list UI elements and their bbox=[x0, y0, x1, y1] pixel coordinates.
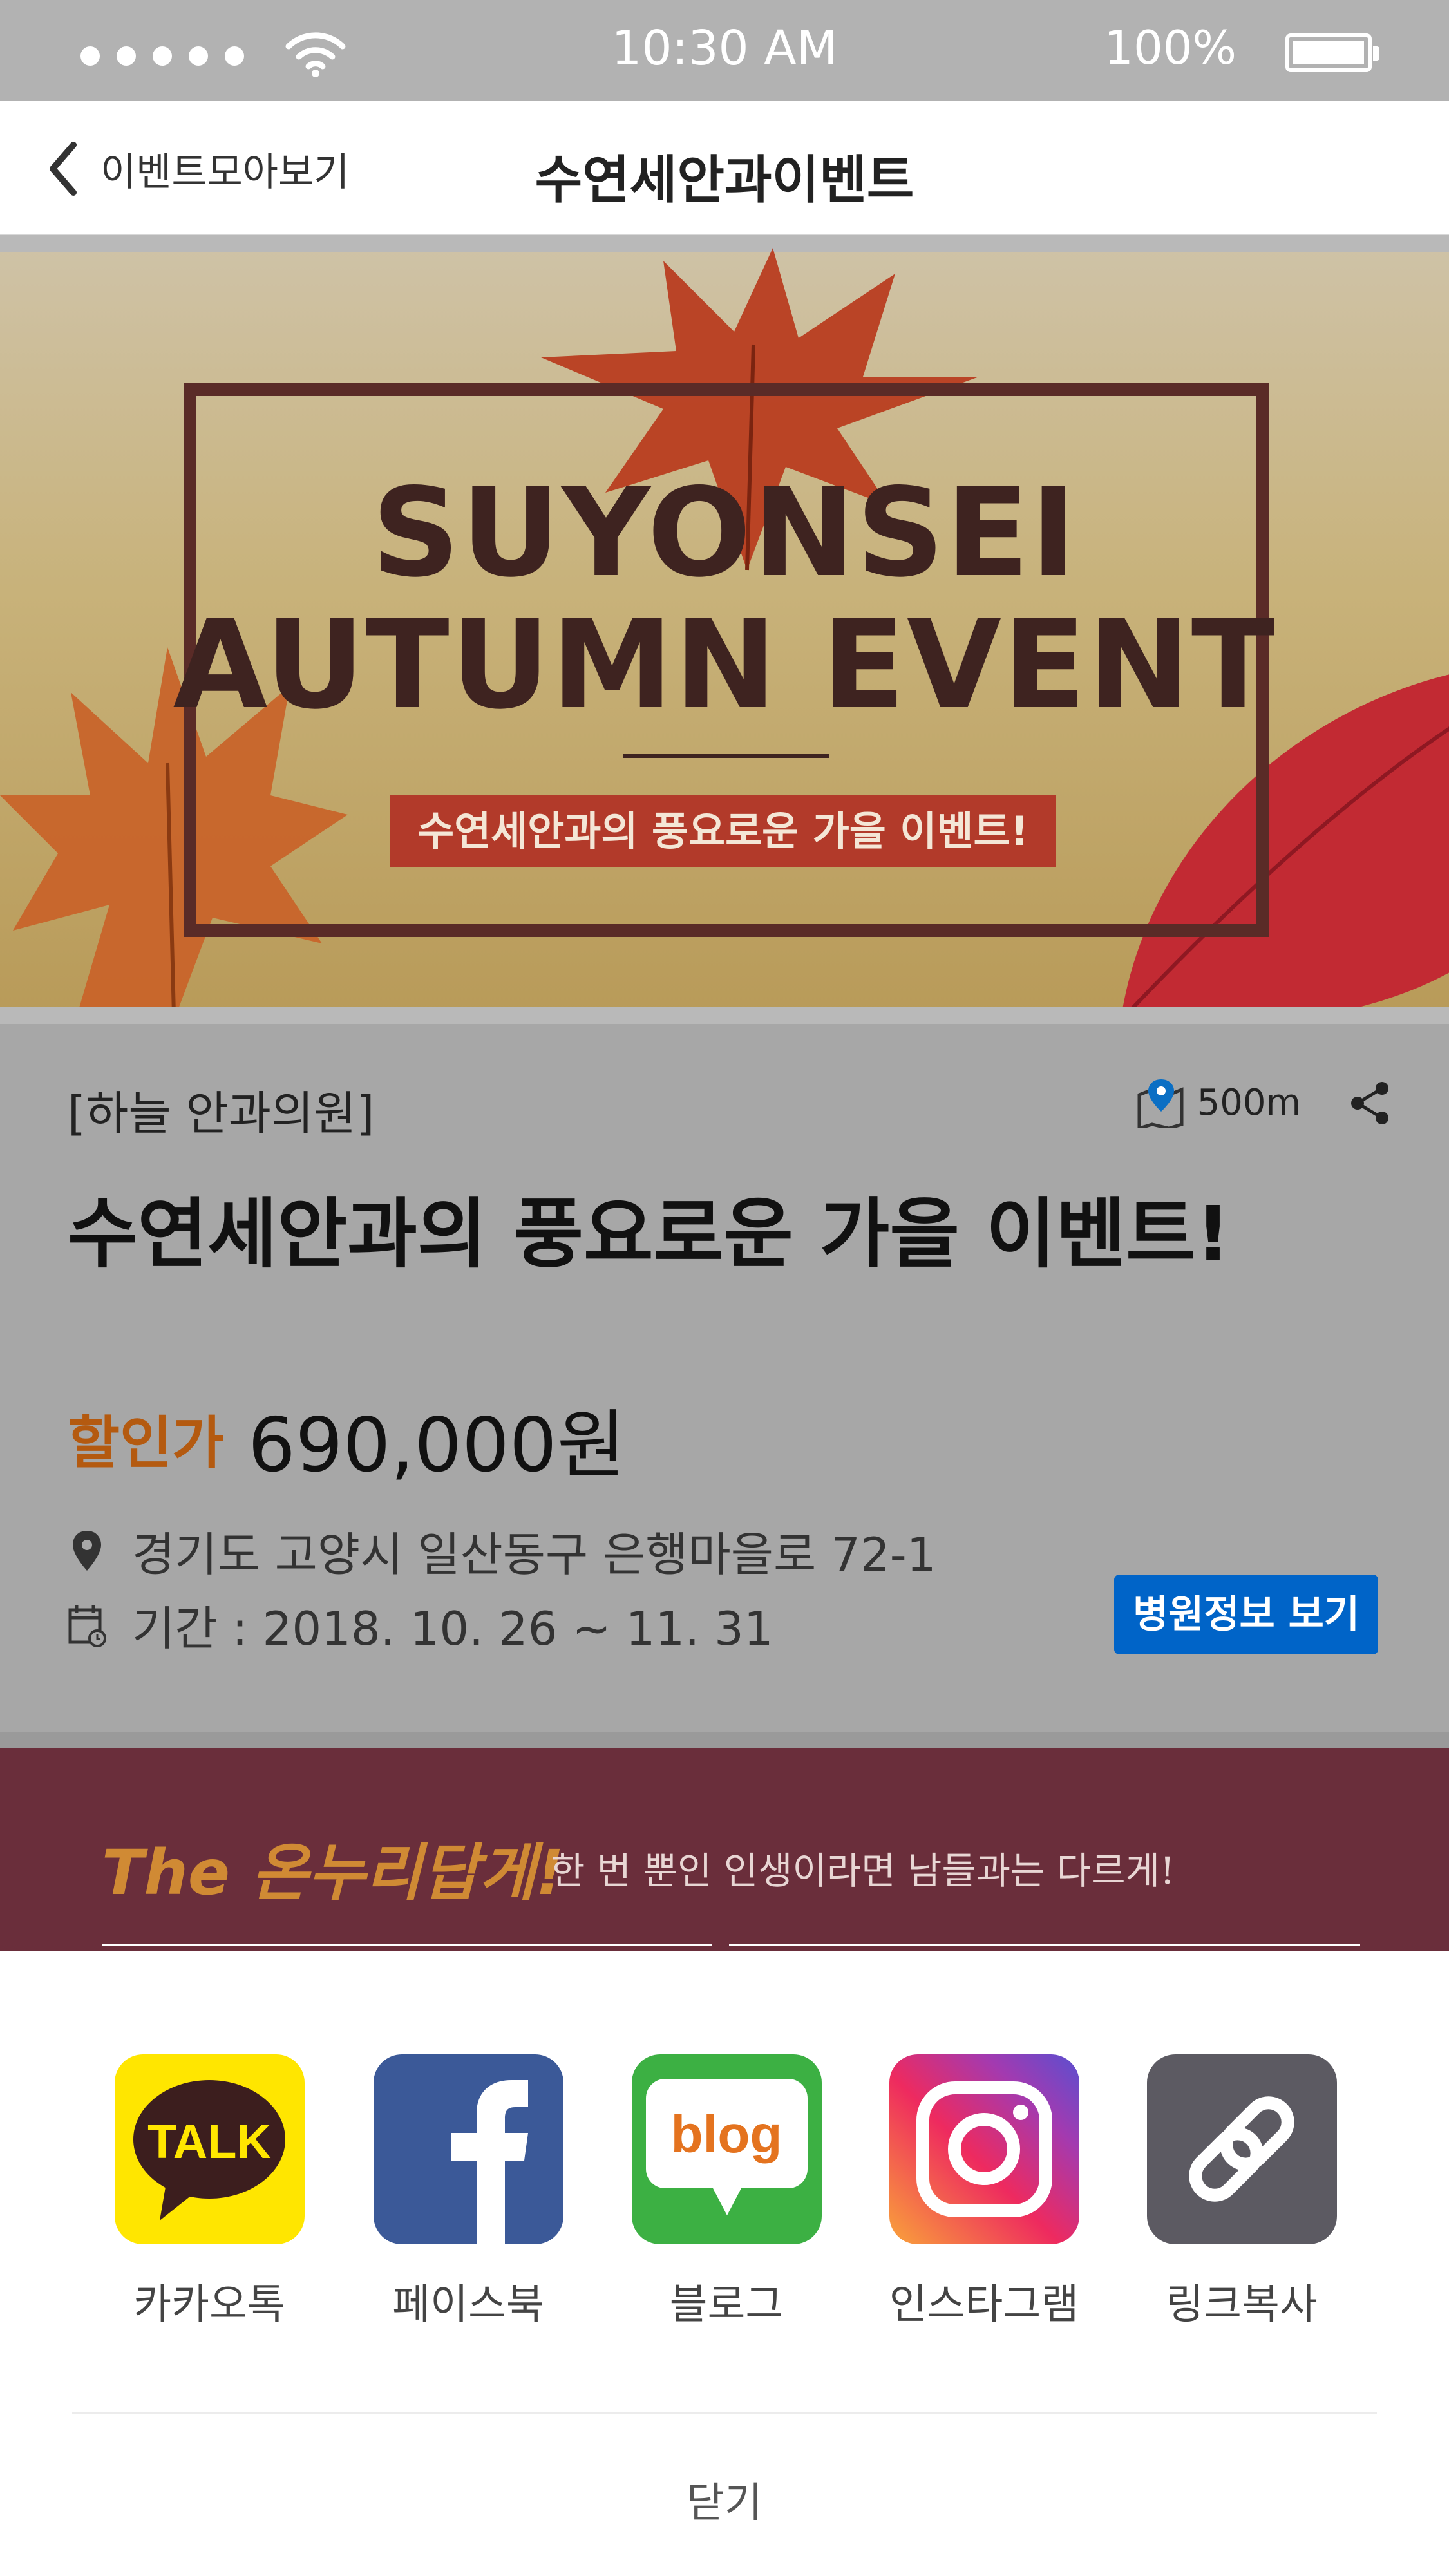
banner-subtitle: 수연세안과의 풍요로운 가을 이벤트! bbox=[390, 795, 1056, 867]
share-blog-label: 블로그 bbox=[669, 2281, 784, 2329]
address-text: 경기도 고양시 일산동구 은행마을로 72-1 bbox=[132, 1528, 936, 1582]
banner-divider bbox=[623, 754, 829, 758]
sheet-divider bbox=[72, 2412, 1377, 2414]
facebook-icon bbox=[373, 2054, 564, 2244]
promo-top-band bbox=[0, 1732, 1449, 1748]
status-bar: 10:30 AM 100% bbox=[0, 0, 1449, 101]
share-copy-link-button[interactable]: 링크복사 bbox=[1145, 2054, 1338, 2331]
event-info-section: [하늘 안과의원] 500m 수연세안과의 풍요로운 가을 이벤트! 할인가 6… bbox=[0, 1024, 1449, 1732]
period-text: 기간 : 2018. 10. 26 ~ 11. 31 bbox=[132, 1602, 773, 1656]
hospital-info-button[interactable]: 병원정보 보기 bbox=[1114, 1575, 1378, 1654]
location-pin-icon bbox=[73, 1530, 101, 1571]
event-title: 수연세안과의 풍요로운 가을 이벤트! bbox=[68, 1189, 1231, 1278]
promo-divider-left bbox=[102, 1944, 712, 1946]
promo-divider-right bbox=[729, 1944, 1360, 1946]
share-kakaotalk-button[interactable]: TALK 카카오톡 bbox=[113, 2054, 306, 2331]
share-instagram-label: 인스타그램 bbox=[889, 2281, 1079, 2329]
share-facebook-label: 페이스북 bbox=[392, 2281, 544, 2329]
distance-text: 500m bbox=[1197, 1081, 1301, 1124]
banner-bottom-band bbox=[0, 1007, 1449, 1024]
page-title: 수연세안과이벤트 bbox=[535, 150, 914, 210]
banner-title-line2: AUTUMN EVENT bbox=[173, 594, 1276, 736]
banner-title-line1: SUYONSEI bbox=[372, 462, 1077, 604]
calendar-icon bbox=[68, 1604, 106, 1647]
event-banner[interactable]: SUYONSEI AUTUMN EVENT 수연세안과의 풍요로운 가을 이벤트… bbox=[0, 235, 1449, 1024]
map-pin-icon bbox=[1137, 1079, 1184, 1128]
promo-tagline: 한 번 뿐인 인생이라면 남들과는 다르게! bbox=[551, 1849, 1175, 1893]
share-copy-link-label: 링크복사 bbox=[1166, 2281, 1318, 2329]
price-label: 할인가 bbox=[68, 1410, 224, 1476]
promo-strip: The 온누리답게! 한 번 뿐인 인생이라면 남들과는 다르게! bbox=[0, 1732, 1449, 1951]
link-icon bbox=[1146, 2054, 1337, 2244]
battery-percent: 100% bbox=[1104, 21, 1236, 75]
share-instagram-button[interactable]: 인스타그램 bbox=[887, 2054, 1081, 2331]
instagram-icon bbox=[889, 2054, 1079, 2244]
share-facebook-button[interactable]: 페이스북 bbox=[372, 2054, 565, 2331]
battery-icon bbox=[1285, 33, 1379, 72]
blog-icon: blog bbox=[631, 2054, 822, 2244]
nav-bar: 이벤트모아보기 수연세안과이벤트 bbox=[0, 101, 1449, 235]
promo-brand: The 온누리답게! bbox=[102, 1837, 564, 1909]
close-button[interactable]: 닫기 bbox=[0, 2470, 1449, 2529]
share-blog-button[interactable]: blog 블로그 bbox=[630, 2054, 823, 2331]
share-kakaotalk-label: 카카오톡 bbox=[133, 2281, 285, 2329]
kakaotalk-icon: TALK bbox=[114, 2054, 305, 2244]
distance-indicator[interactable]: 500m bbox=[1137, 1077, 1301, 1128]
kakaotalk-icon-text: TALK bbox=[147, 2115, 271, 2168]
period-row: 기간 : 2018. 10. 26 ~ 11. 31 bbox=[68, 1591, 773, 1658]
price-value: 690,000원 bbox=[248, 1402, 626, 1489]
blog-icon-text: blog bbox=[670, 2105, 782, 2164]
banner-title: SUYONSEI AUTUMN EVENT bbox=[0, 467, 1449, 731]
address-row: 경기도 고양시 일산동구 은행마을로 72-1 bbox=[68, 1517, 936, 1584]
share-sheet: TALK 카카오톡 페이스북 blog 블로그 인스타그램 링크복사 닫기 bbox=[0, 1951, 1449, 2576]
hospital-name: [하늘 안과의원] bbox=[68, 1086, 375, 1141]
share-icon[interactable] bbox=[1349, 1081, 1391, 1126]
